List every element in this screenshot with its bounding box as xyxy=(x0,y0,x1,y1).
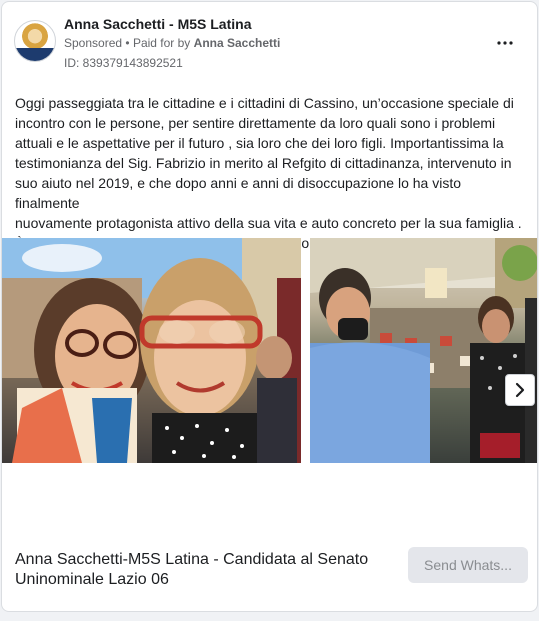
market-illustration xyxy=(310,238,537,463)
post-line: nuovamente protagonista attivo della sua… xyxy=(15,215,522,231)
page-name[interactable]: Anna Sacchetti - M5S Latina xyxy=(64,16,251,32)
carousel-photo-selfie[interactable] xyxy=(2,238,301,463)
post-line: incontro con le persone, per sentire dir… xyxy=(15,115,496,131)
avatar-logo-band xyxy=(15,48,55,61)
paid-for-name[interactable]: Anna Sacchetti xyxy=(194,36,281,50)
more-options-button[interactable] xyxy=(493,32,517,52)
post-line: testimonianza del Sig. Fabrizio in merit… xyxy=(15,155,512,171)
chevron-right-icon xyxy=(515,382,525,398)
post-line: attuali e le aspettative per il futuro ,… xyxy=(15,135,504,151)
selfie-illustration xyxy=(2,238,301,463)
sponsored-line: Sponsored • Paid for by Anna Sacchetti xyxy=(64,36,280,50)
image-carousel[interactable] xyxy=(2,238,537,463)
send-whatsapp-button[interactable]: Send Whats... xyxy=(408,547,528,583)
cta-headline-line: Anna Sacchetti-M5S Latina - Candidata al… xyxy=(15,551,369,568)
post-text: Oggi passeggiata tra le cittadine e i ci… xyxy=(15,93,525,253)
cta-headline-line: Uninominale Lazio 06 xyxy=(15,571,169,588)
cta-headline[interactable]: Anna Sacchetti-M5S Latina - Candidata al… xyxy=(15,550,385,590)
library-id: ID: 839379143892521 xyxy=(64,56,183,70)
carousel-photo-market[interactable] xyxy=(310,238,537,463)
paid-for-prefix: Paid for by xyxy=(132,36,191,50)
page-avatar[interactable] xyxy=(14,20,56,62)
more-horizontal-icon xyxy=(497,41,513,45)
carousel-next-button[interactable] xyxy=(505,374,535,406)
meta-separator: • xyxy=(125,36,130,50)
sponsored-label: Sponsored xyxy=(64,36,123,50)
ad-card: Anna Sacchetti - M5S Latina Sponsored • … xyxy=(1,1,538,612)
ad-header: Anna Sacchetti - M5S Latina Sponsored • … xyxy=(2,2,537,82)
post-line: suo aiuto nel 2019, e che dopo anni e an… xyxy=(15,175,461,211)
post-line: Oggi passeggiata tra le cittadine e i ci… xyxy=(15,95,514,111)
